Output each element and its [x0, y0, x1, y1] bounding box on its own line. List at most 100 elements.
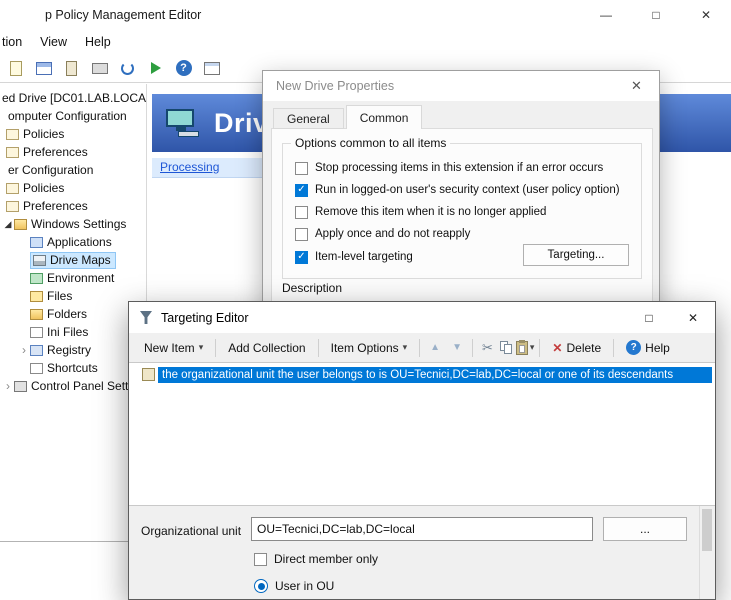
description-label: Description [282, 281, 342, 295]
console-window-icon[interactable] [33, 58, 54, 79]
user-in-ou-option[interactable]: User in OU [254, 579, 334, 593]
organizational-unit-input[interactable] [251, 517, 593, 541]
cut-icon[interactable]: ✂ [478, 338, 497, 358]
paste-dropdown-icon[interactable]: ▾ [530, 342, 535, 353]
toolbar-separator [472, 339, 473, 357]
scrollbar-thumb[interactable] [702, 509, 712, 551]
close-button[interactable]: ✕ [671, 302, 715, 333]
option-apply-once[interactable]: Apply once and do not reapply [295, 226, 470, 242]
files-icon [30, 291, 43, 302]
menu-help[interactable]: Help [76, 31, 120, 53]
checkbox-unchecked[interactable] [295, 206, 308, 219]
tree-item-environment[interactable]: Environment [0, 269, 146, 287]
table-view-icon[interactable] [201, 58, 222, 79]
checkbox-unchecked[interactable] [295, 162, 308, 175]
item-options-button[interactable]: Item Options▾ [324, 337, 415, 359]
delete-button[interactable]: ✕Delete [545, 337, 608, 359]
checkbox-unchecked[interactable] [295, 228, 308, 241]
add-collection-button[interactable]: Add Collection [221, 337, 312, 359]
tree-item-files[interactable]: Files [0, 287, 146, 305]
delete-x-icon: ✕ [552, 341, 562, 355]
close-button[interactable]: ✕ [614, 71, 659, 101]
chevron-down-icon: ▾ [403, 342, 408, 353]
move-down-icon[interactable]: ▼ [447, 340, 467, 355]
export-list-icon[interactable] [145, 58, 166, 79]
tree-item-computer-policies[interactable]: Policies [0, 125, 146, 143]
minimize-button[interactable]: — [581, 0, 631, 30]
browse-button[interactable]: ... [603, 517, 687, 541]
collapsed-chevron-icon[interactable]: › [2, 380, 14, 392]
direct-member-only-option[interactable]: Direct member only [254, 552, 378, 566]
help-icon[interactable]: ? [173, 58, 194, 79]
checkbox-checked[interactable]: ✓ [295, 251, 308, 264]
window-controls: □ ✕ [627, 302, 715, 333]
common-tab-panel: Options common to all items Stop process… [271, 128, 653, 318]
option-run-in-user-context[interactable]: ✓ Run in logged-on user's security conte… [295, 182, 620, 198]
export-report-icon[interactable] [5, 58, 26, 79]
move-up-icon[interactable]: ▲ [425, 340, 445, 355]
organizational-unit-item-icon [142, 368, 155, 381]
tree-item-user-preferences[interactable]: Preferences [0, 197, 146, 215]
tree-item-computer-preferences[interactable]: Preferences [0, 143, 146, 161]
tree-item-computer-configuration[interactable]: omputer Configuration [0, 107, 146, 125]
tree-item-user-policies[interactable]: Policies [0, 179, 146, 197]
tree-item-shortcuts[interactable]: Shortcuts [0, 359, 146, 377]
main-window-title: p Policy Management Editor [45, 8, 201, 22]
paste-icon[interactable] [516, 341, 528, 355]
dialog-title: New Drive Properties [276, 79, 394, 93]
copy-icon[interactable] [499, 341, 514, 355]
options-groupbox: Options common to all items Stop process… [282, 143, 642, 279]
selected-targeting-item[interactable]: the organizational unit the user belongs… [158, 367, 712, 383]
tree-item-user-configuration[interactable]: er Configuration [0, 161, 146, 179]
clipboard-icon[interactable] [61, 58, 82, 79]
form-scrollbar[interactable] [699, 506, 714, 599]
option-stop-processing[interactable]: Stop processing items in this extension … [295, 160, 603, 176]
folders-icon [30, 309, 43, 320]
tree-item-drive-maps[interactable]: Drive Maps [0, 251, 146, 269]
close-button[interactable]: ✕ [681, 0, 731, 30]
radio-selected[interactable] [254, 579, 268, 593]
collapsed-chevron-icon[interactable]: › [18, 344, 30, 356]
tab-general[interactable]: General [273, 108, 344, 129]
tree-item-ini-files[interactable]: Ini Files [0, 323, 146, 341]
maximize-button[interactable]: □ [627, 302, 671, 333]
new-drive-properties-dialog: New Drive Properties ✕ General Common Op… [262, 70, 660, 320]
groupbox-label: Options common to all items [291, 136, 450, 150]
refresh-icon[interactable] [117, 58, 138, 79]
maximize-button[interactable]: □ [631, 0, 681, 30]
tab-common[interactable]: Common [346, 105, 423, 129]
menu-bar: tion View Help [0, 30, 731, 54]
dialog-titlebar: Targeting Editor □ ✕ [129, 302, 715, 333]
preferences-icon [6, 201, 19, 212]
targeting-items-list[interactable]: the organizational unit the user belongs… [129, 362, 715, 506]
tree-item-mapped-drive-gpo[interactable]: ed Drive [DC01.LAB.LOCA [0, 89, 146, 107]
tree-item-control-panel-settings[interactable]: ›Control Panel Sett [0, 377, 146, 395]
tree-item-applications[interactable]: Applications [0, 233, 146, 251]
policies-icon [6, 129, 19, 140]
shortcuts-icon [30, 363, 43, 374]
ini-files-icon [30, 327, 43, 338]
checkbox-unchecked[interactable] [254, 553, 267, 566]
tree-item-windows-settings[interactable]: ◢Windows Settings [0, 215, 146, 233]
organizational-unit-label: Organizational unit [141, 524, 241, 538]
targeting-button[interactable]: Targeting... [523, 244, 629, 266]
toolbar-separator [539, 339, 540, 357]
option-item-level-targeting[interactable]: ✓ Item-level targeting [295, 249, 413, 265]
tree-item-registry[interactable]: ›Registry [0, 341, 146, 359]
folder-icon [14, 219, 27, 230]
help-icon: ? [626, 340, 641, 355]
toolbar-separator [215, 339, 216, 357]
menu-action[interactable]: tion [0, 31, 31, 53]
processing-link[interactable]: Processing [152, 158, 227, 176]
menu-view[interactable]: View [31, 31, 76, 53]
dialog-titlebar: New Drive Properties ✕ [263, 71, 659, 101]
applications-icon [30, 237, 43, 248]
targeting-item-row[interactable]: the organizational unit the user belongs… [132, 365, 712, 384]
help-button[interactable]: ?Help [619, 336, 677, 359]
new-item-button[interactable]: New Item▾ [137, 337, 210, 359]
expanded-chevron-icon[interactable]: ◢ [2, 220, 14, 229]
tree-item-folders[interactable]: Folders [0, 305, 146, 323]
printer-icon[interactable] [89, 58, 110, 79]
checkbox-checked[interactable]: ✓ [295, 184, 308, 197]
option-remove-when-not-applied[interactable]: Remove this item when it is no longer ap… [295, 204, 546, 220]
